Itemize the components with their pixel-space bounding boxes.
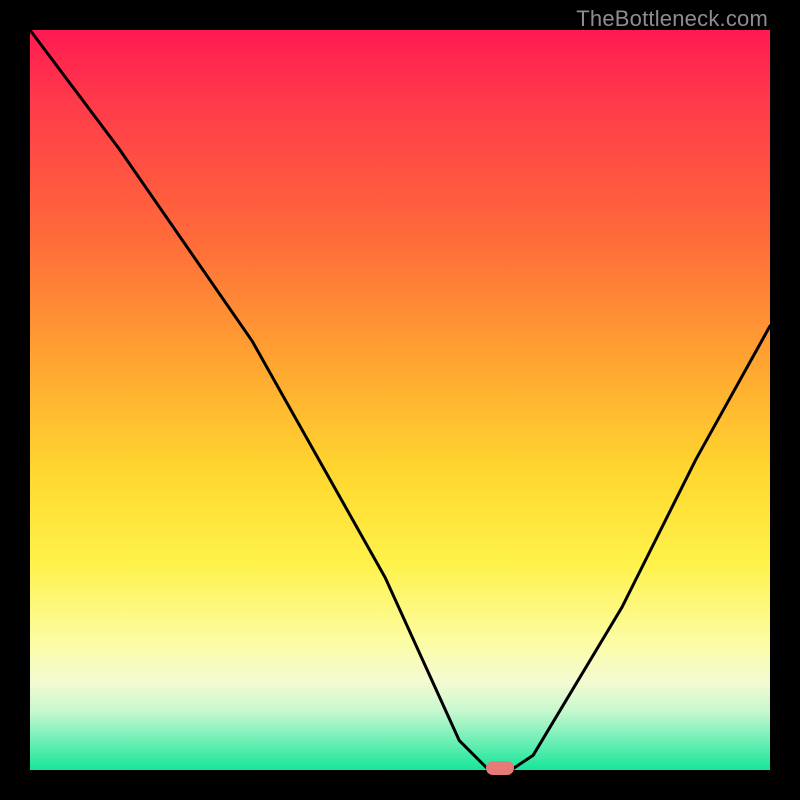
- chart-frame: TheBottleneck.com: [0, 0, 800, 800]
- watermark-text: TheBottleneck.com: [576, 6, 768, 32]
- curve-path: [30, 30, 770, 770]
- plot-area: [30, 30, 770, 770]
- bottleneck-curve: [30, 30, 770, 770]
- optimal-marker: [486, 761, 514, 775]
